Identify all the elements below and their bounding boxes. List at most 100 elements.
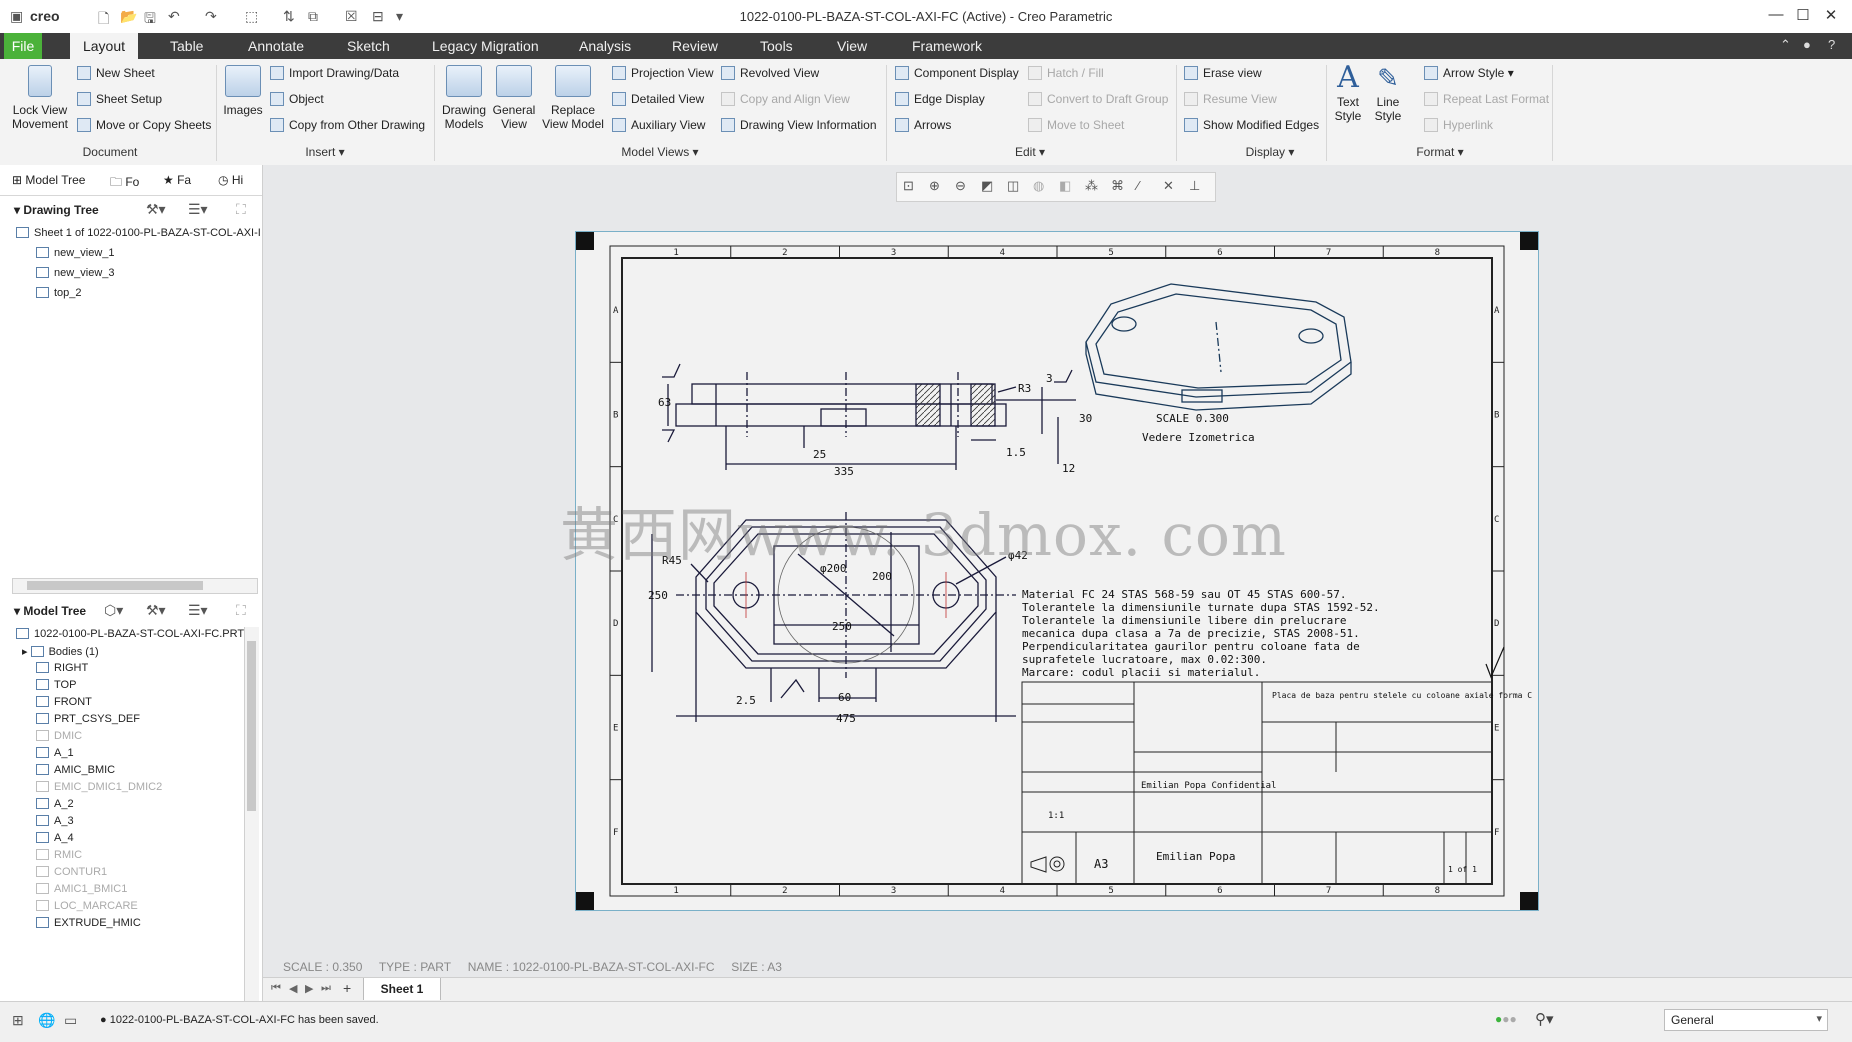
tab-annotate[interactable]: Annotate: [234, 33, 318, 59]
model-tree-item[interactable]: TOP: [36, 679, 76, 691]
drawing-view-info-button[interactable]: Drawing View Information: [721, 118, 877, 132]
tab-framework[interactable]: Framework: [898, 33, 996, 59]
model-tree-item[interactable]: A_3: [36, 815, 74, 827]
move-copy-sheets-button[interactable]: Move or Copy Sheets: [77, 118, 211, 132]
tree-filter-icon[interactable]: ⛶: [236, 602, 246, 619]
tree-item-view[interactable]: new_view_3: [36, 267, 115, 279]
projection-view-button[interactable]: Projection View: [612, 66, 714, 80]
revolved-view-button[interactable]: Revolved View: [721, 66, 819, 80]
first-sheet-icon[interactable]: ⏮: [271, 982, 281, 995]
model-tree-item[interactable]: RIGHT: [36, 662, 88, 674]
hyperlink-button[interactable]: Hyperlink: [1424, 118, 1493, 132]
help-icon[interactable]: ?: [1828, 37, 1835, 52]
refit-icon[interactable]: ⊡: [903, 178, 914, 194]
tree-columns-icon[interactable]: ☰▾: [188, 201, 208, 218]
model-tree-item[interactable]: LOC_MARCARE: [36, 900, 138, 912]
tree-item-view[interactable]: new_view_1: [36, 247, 115, 259]
tab-folder-browser[interactable]: 🗀 Fo: [110, 173, 139, 194]
copy-from-other-drawing-button[interactable]: Copy from Other Drawing: [270, 118, 425, 132]
zoom-in-icon[interactable]: ⊕: [929, 178, 940, 194]
model-tree-item[interactable]: AMIC_BMIC: [36, 764, 115, 776]
detailed-view-button[interactable]: Detailed View: [612, 92, 704, 106]
erase-view-button[interactable]: Erase view: [1184, 66, 1262, 80]
next-sheet-icon[interactable]: ▶: [305, 982, 313, 995]
model-tree-item[interactable]: A_1: [36, 747, 74, 759]
tab-table[interactable]: Table: [156, 33, 217, 59]
tab-history[interactable]: ◷ Hi: [218, 173, 243, 187]
vertical-scrollbar[interactable]: [244, 627, 259, 1001]
images-button[interactable]: Images: [220, 65, 266, 117]
edge-display-button[interactable]: Edge Display: [895, 92, 985, 106]
group-display[interactable]: Display ▾: [1230, 145, 1310, 159]
tab-favorites[interactable]: ★ Fa: [163, 173, 191, 187]
collapse-ribbon-icon[interactable]: ⌃: [1780, 37, 1791, 53]
model-tree-item[interactable]: A_2: [36, 798, 74, 810]
tree-columns-icon[interactable]: ☰▾: [188, 602, 208, 619]
tab-tools[interactable]: Tools: [746, 33, 807, 59]
tab-model-tree[interactable]: ⊞ Model Tree: [12, 173, 85, 187]
group-insert[interactable]: Insert ▾: [290, 145, 360, 159]
sheet-setup-button[interactable]: Sheet Setup: [77, 92, 162, 106]
axis-display-icon[interactable]: ⁄: [1137, 178, 1139, 193]
drawing-tree-header[interactable]: ▾ Drawing Tree: [14, 203, 99, 217]
group-format[interactable]: Format ▾: [1400, 145, 1480, 159]
last-sheet-icon[interactable]: ⏭: [321, 982, 331, 995]
model-tree-item[interactable]: PRT_CSYS_DEF: [36, 713, 140, 725]
tab-file[interactable]: File: [4, 33, 42, 59]
model-tree-header[interactable]: ▾ Model Tree: [14, 604, 86, 618]
component-display-button[interactable]: Component Display: [895, 66, 1019, 80]
tab-layout[interactable]: Layout: [70, 33, 138, 59]
tree-item-view[interactable]: top_2: [36, 287, 82, 299]
tree-settings-icon[interactable]: ⚒▾: [146, 602, 166, 619]
account-icon[interactable]: ●: [1803, 37, 1811, 52]
scrollbar-thumb[interactable]: [247, 641, 256, 811]
show-modified-edges-button[interactable]: Show Modified Edges: [1184, 118, 1319, 132]
general-view-button[interactable]: General View: [490, 65, 538, 131]
model-tree-item[interactable]: CONTUR1: [36, 866, 107, 878]
auxiliary-view-button[interactable]: Auxiliary View: [612, 118, 705, 132]
resume-view-button[interactable]: Resume View: [1184, 92, 1277, 106]
repaint-icon[interactable]: ◩: [981, 178, 993, 194]
maximize-button[interactable]: ☐: [1790, 6, 1816, 24]
line-style-button[interactable]: ✎ Line Style: [1370, 61, 1406, 123]
annotation-display-icon[interactable]: ⌘: [1111, 178, 1124, 194]
tab-view[interactable]: View: [823, 33, 881, 59]
tab-sketch[interactable]: Sketch: [333, 33, 404, 59]
arrow-style-button[interactable]: Arrow Style ▾: [1424, 66, 1514, 80]
point-display-icon[interactable]: ✕: [1163, 178, 1174, 194]
object-button[interactable]: Object: [270, 92, 324, 106]
tab-sheet-1[interactable]: Sheet 1: [363, 978, 441, 1000]
zoom-out-icon[interactable]: ⊖: [955, 178, 966, 194]
model-tree-item[interactable]: EMIC_DMIC1_DMIC2: [36, 781, 162, 793]
import-data-button[interactable]: Import Drawing/Data: [270, 66, 399, 80]
close-button[interactable]: ✕: [1818, 6, 1844, 24]
show-browser-icon[interactable]: 🌐: [38, 1012, 55, 1029]
lock-view-movement-button[interactable]: Lock View Movement: [8, 65, 72, 131]
model-tree-view-icon[interactable]: ⬡▾: [104, 602, 123, 619]
tree-item-sheet[interactable]: Sheet 1 of 1022-0100-PL-BAZA-ST-COL-AXI-…: [16, 227, 261, 239]
add-sheet-button[interactable]: +: [343, 980, 351, 996]
model-tree-item[interactable]: A_4: [36, 832, 74, 844]
replace-view-model-button[interactable]: Replace View Model: [540, 65, 606, 131]
minimize-button[interactable]: —: [1763, 6, 1789, 23]
model-tree-item[interactable]: EXTRUDE_HMIC: [36, 917, 141, 929]
text-style-button[interactable]: A Text Style: [1330, 61, 1366, 124]
previous-sheet-icon[interactable]: ◀: [289, 982, 297, 995]
view-manager-icon[interactable]: ◧: [1059, 178, 1071, 194]
show-navigator-icon[interactable]: ⊞: [12, 1012, 24, 1029]
group-model-views[interactable]: Model Views ▾: [610, 145, 710, 159]
scrollbar-thumb[interactable]: [27, 581, 203, 590]
tree-filter-icon[interactable]: ⛶: [236, 201, 246, 218]
tree-settings-icon[interactable]: ⚒▾: [146, 201, 166, 218]
horizontal-scrollbar[interactable]: [12, 578, 258, 594]
expand-arrow-icon[interactable]: ▸: [22, 646, 31, 658]
datum-display-icon[interactable]: ⁂: [1085, 178, 1098, 194]
find-icon[interactable]: ⚲▾: [1535, 1010, 1554, 1028]
model-tree-item[interactable]: ▸ Bodies (1): [22, 645, 99, 658]
csys-display-icon[interactable]: ⊥: [1189, 178, 1200, 194]
drawing-models-button[interactable]: Drawing Models: [438, 65, 490, 131]
model-tree-item[interactable]: FRONT: [36, 696, 92, 708]
model-tree-item[interactable]: DMIC: [36, 730, 82, 742]
model-tree-item[interactable]: RMIC: [36, 849, 82, 861]
tab-review[interactable]: Review: [658, 33, 732, 59]
